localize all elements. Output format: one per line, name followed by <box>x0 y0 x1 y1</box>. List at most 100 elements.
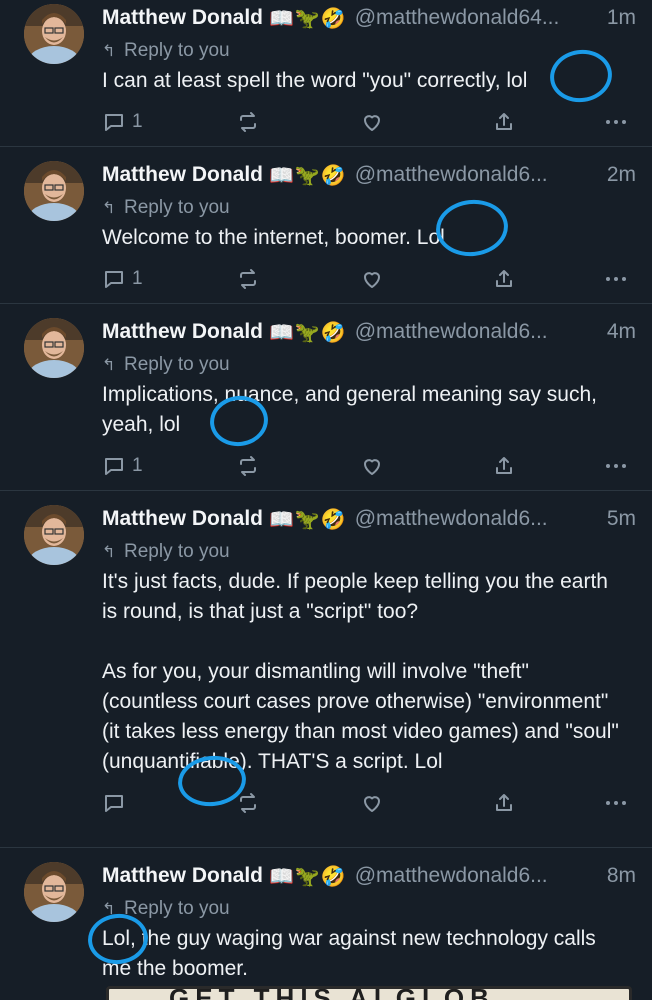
reply-context[interactable]: ↰ Reply to you <box>102 537 636 567</box>
post-text: Lol, the guy waging war against new tech… <box>102 927 602 980</box>
author-emojis: 📖🦖🤣 <box>269 7 347 30</box>
share-button[interactable] <box>492 267 600 291</box>
repost-icon <box>240 456 256 476</box>
author-handle[interactable]: @matthewdonald6... <box>355 864 601 888</box>
more-icon <box>606 120 626 124</box>
post-header: Matthew Donald 📖🦖🤣 @matthewdonald6... 5m <box>102 501 636 537</box>
avatar[interactable] <box>24 505 84 565</box>
reply-count: 1 <box>132 268 143 289</box>
reply-icon <box>105 458 123 475</box>
like-button[interactable] <box>360 791 492 815</box>
post-actions <box>102 781 636 825</box>
heart-icon <box>364 459 380 475</box>
share-button[interactable] <box>492 454 600 478</box>
share-icon <box>496 457 512 474</box>
repost-button[interactable] <box>236 454 360 478</box>
author-handle[interactable]: @matthewdonald6... <box>355 507 601 531</box>
author-name[interactable]: Matthew Donald <box>102 6 263 30</box>
reply-context[interactable]: ↰ Reply to you <box>102 36 636 66</box>
like-button[interactable] <box>360 110 492 134</box>
post-header: Matthew Donald 📖🦖🤣 @matthewdonald6... 4m <box>102 314 636 350</box>
author-name[interactable]: Matthew Donald <box>102 507 263 531</box>
post[interactable]: Matthew Donald 📖🦖🤣 @matthewdonald6... 8m… <box>0 848 652 1000</box>
reply-arrow-icon: ↰ <box>102 544 116 561</box>
post[interactable]: Matthew Donald 📖🦖🤣 @matthewdonald64... 1… <box>0 0 652 147</box>
post-time[interactable]: 5m <box>607 507 636 531</box>
author-handle[interactable]: @matthewdonald6... <box>355 320 601 344</box>
more-options-button[interactable] <box>600 791 636 815</box>
post-header: Matthew Donald 📖🦖🤣 @matthewdonald64... 1… <box>102 0 636 36</box>
share-button[interactable] <box>492 791 600 815</box>
reply-context[interactable]: ↰ Reply to you <box>102 193 636 223</box>
repost-button[interactable] <box>236 791 360 815</box>
post-text: I can at least spell the word "you" corr… <box>102 69 528 92</box>
reply-button[interactable]: 1 <box>102 267 236 291</box>
post-text: Implications, nuance, and general meanin… <box>102 383 603 436</box>
more-options-button[interactable] <box>600 110 636 134</box>
avatar[interactable] <box>24 161 84 221</box>
reply-button[interactable]: 1 <box>102 110 236 134</box>
reply-feed: Matthew Donald 📖🦖🤣 @matthewdonald64... 1… <box>0 0 652 1000</box>
author-name[interactable]: Matthew Donald <box>102 864 263 888</box>
post-time[interactable]: 1m <box>607 6 636 30</box>
reply-to-label: Reply to you <box>124 898 230 919</box>
reply-button[interactable] <box>102 791 236 815</box>
reply-arrow-icon: ↰ <box>102 357 116 374</box>
post[interactable]: Matthew Donald 📖🦖🤣 @matthewdonald6... 5m… <box>0 491 652 848</box>
repost-icon <box>240 793 256 813</box>
repost-icon <box>240 269 256 289</box>
repost-button[interactable] <box>236 267 360 291</box>
post[interactable]: Matthew Donald 📖🦖🤣 @matthewdonald6... 4m… <box>0 304 652 491</box>
image-caption-text: GET THIS ALGLOB <box>169 989 495 1000</box>
post[interactable]: Matthew Donald 📖🦖🤣 @matthewdonald6... 2m… <box>0 147 652 304</box>
reply-arrow-icon: ↰ <box>102 901 116 918</box>
post-actions: 1 <box>102 444 636 488</box>
reply-icon <box>105 795 123 812</box>
attached-image[interactable]: GET THIS ALGLOB <box>106 986 632 1000</box>
post-actions: 1 <box>102 100 636 144</box>
reply-arrow-icon: ↰ <box>102 200 116 217</box>
reply-count: 1 <box>132 455 143 476</box>
more-icon <box>606 801 626 805</box>
author-emojis: 📖🦖🤣 <box>269 164 347 187</box>
more-icon <box>606 464 626 468</box>
reply-count: 1 <box>132 111 143 132</box>
avatar[interactable] <box>24 862 84 922</box>
post-time[interactable]: 8m <box>607 864 636 888</box>
post-time[interactable]: 4m <box>607 320 636 344</box>
like-button[interactable] <box>360 267 492 291</box>
author-emojis: 📖🦖🤣 <box>269 865 347 888</box>
more-icon <box>606 277 626 281</box>
repost-icon <box>240 112 256 132</box>
avatar[interactable] <box>24 318 84 378</box>
reply-icon <box>105 114 123 131</box>
like-button[interactable] <box>360 454 492 478</box>
author-name[interactable]: Matthew Donald <box>102 320 263 344</box>
post-time[interactable]: 2m <box>607 163 636 187</box>
share-icon <box>496 794 512 811</box>
repost-button[interactable] <box>236 110 360 134</box>
reply-to-label: Reply to you <box>124 40 230 61</box>
author-name[interactable]: Matthew Donald <box>102 163 263 187</box>
reply-arrow-icon: ↰ <box>102 43 116 60</box>
avatar[interactable] <box>24 4 84 64</box>
post-header: Matthew Donald 📖🦖🤣 @matthewdonald6... 2m <box>102 157 636 193</box>
author-emojis: 📖🦖🤣 <box>269 321 347 344</box>
reply-to-label: Reply to you <box>124 541 230 562</box>
author-handle[interactable]: @matthewdonald64... <box>355 6 601 30</box>
share-icon <box>496 270 512 287</box>
author-handle[interactable]: @matthewdonald6... <box>355 163 601 187</box>
post-actions: 1 <box>102 257 636 301</box>
post-header: Matthew Donald 📖🦖🤣 @matthewdonald6... 8m <box>102 858 636 894</box>
heart-icon <box>364 115 380 131</box>
share-button[interactable] <box>492 110 600 134</box>
reply-button[interactable]: 1 <box>102 454 236 478</box>
author-emojis: 📖🦖🤣 <box>269 508 347 531</box>
heart-icon <box>364 272 380 288</box>
reply-to-label: Reply to you <box>124 354 230 375</box>
more-options-button[interactable] <box>600 267 636 291</box>
reply-context[interactable]: ↰ Reply to you <box>102 350 636 380</box>
reply-context[interactable]: ↰ Reply to you <box>102 894 636 924</box>
more-options-button[interactable] <box>600 454 636 478</box>
post-text: It's just facts, dude. If people keep te… <box>102 570 619 773</box>
